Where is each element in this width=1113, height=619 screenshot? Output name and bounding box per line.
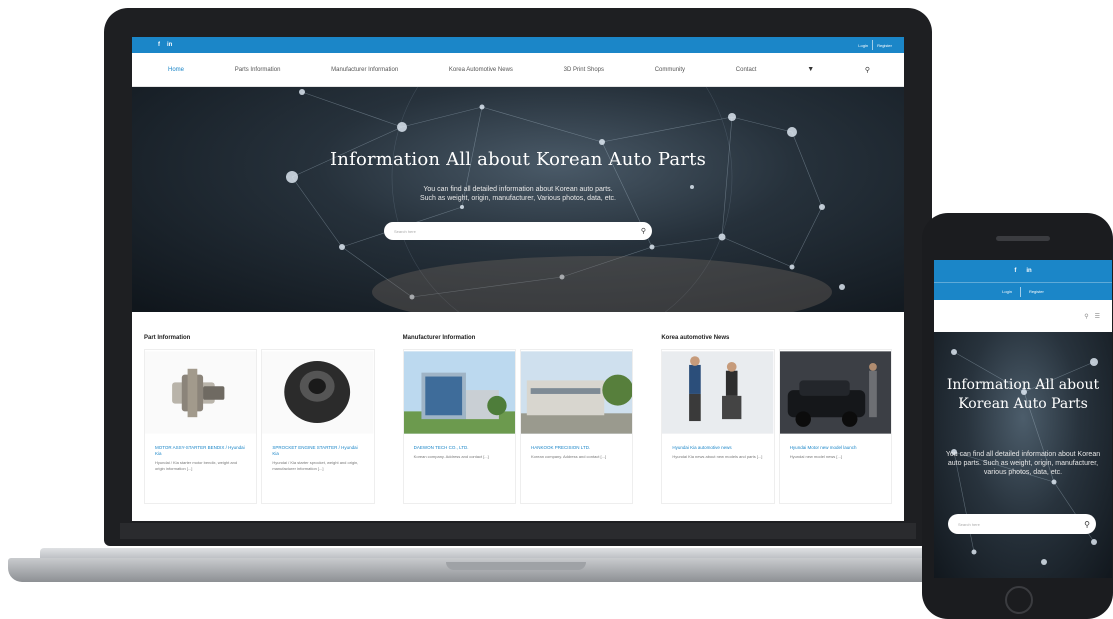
nav-item-manufacturer-information[interactable]: Manufacturer Information (331, 67, 398, 73)
card-title[interactable]: DAEWON TECH CO., LTD. (414, 445, 505, 451)
news-photo-suv (779, 350, 892, 435)
content-sections: Part Information MOTOR ASSY-STARTER BEND… (132, 312, 904, 521)
mobile-hero: Information All about Korean Auto Parts … (934, 332, 1112, 578)
main-nav: Home Parts Information Manufacturer Info… (132, 53, 904, 87)
card-description: Hyundai Kia news about new models and pa… (672, 454, 763, 459)
mobile-nav: ⚲ ☰ (934, 300, 1112, 332)
facebook-icon[interactable]: f (158, 42, 160, 48)
search-icon[interactable]: ⚲ (641, 227, 646, 235)
mobile-hero-subtitle: You can find all detailed information ab… (945, 451, 1101, 476)
phone-screen: f in Login Register ⚲ ☰ Information All … (934, 260, 1112, 578)
card-title[interactable]: Hyundai Kia automotive news (672, 445, 763, 451)
phone-home-button (1005, 586, 1033, 614)
linkedin-icon[interactable]: in (1026, 268, 1031, 274)
register-link[interactable]: Register (877, 43, 892, 48)
news-photo-people (662, 350, 774, 435)
section-title: Korea automotive News (661, 335, 730, 341)
search-placeholder: Search here (958, 521, 980, 527)
nav-item-contact[interactable]: Contact (736, 67, 757, 73)
hero-subtitle-line: Such as weight, origin, manufacturer, Va… (420, 195, 616, 202)
manufacturer-card[interactable]: HANKOOK PRECISION LTD. Korean company. A… (520, 349, 634, 504)
nav-item-korea-automotive-news[interactable]: Korea Automotive News (449, 67, 513, 73)
card-description: Korean company. Address and contact [...… (531, 454, 607, 459)
card-description: Hyundai new model news [...] (789, 454, 842, 459)
plant-building-image (521, 350, 633, 435)
mobile-social-bar: f in (934, 260, 1112, 282)
sprocket-image (262, 350, 374, 435)
login-link[interactable]: Login (1002, 289, 1012, 294)
nav-item-3d-print-shops[interactable]: 3D Print Shops (564, 67, 604, 73)
hero-search-input[interactable]: Search here ⚲ (384, 222, 652, 240)
hero-subtitle: You can find all detailed information ab… (132, 185, 904, 203)
mobile-search-input[interactable]: Search here ⚲ (948, 514, 1096, 534)
manufacturer-card[interactable]: DAEWON TECH CO., LTD. Korean company. Ad… (402, 349, 517, 504)
register-link[interactable]: Register (1029, 289, 1044, 294)
card-description: Korean company. Address and contact [...… (413, 454, 489, 459)
laptop-bezel (120, 523, 916, 539)
divider (1019, 286, 1021, 297)
card-description: Hyundai / Kia starter motor bendix, weig… (155, 460, 238, 471)
search-placeholder: Search here (394, 228, 416, 234)
phone-speaker (996, 236, 1050, 241)
search-icon[interactable]: ⚲ (865, 66, 870, 74)
nav-item-home[interactable]: Home (168, 67, 184, 73)
card-title[interactable]: SPROCKET ENGINE STARTER / Hyundai Kia (272, 445, 363, 457)
nav-item-parts-information[interactable]: Parts Information (235, 67, 281, 73)
section-korea-automotive-news: Korea automotive News Hyundai Kia automo… (661, 312, 893, 521)
laptop-notch (446, 562, 586, 570)
section-title: Part Information (144, 335, 191, 341)
card-title[interactable]: MOTOR ASSY-STARTER BENDIX / Hyundai Kia (155, 445, 246, 457)
factory-building-image (403, 350, 516, 435)
login-link[interactable]: Login (858, 43, 868, 48)
section-title: Manufacturer Information (402, 335, 476, 341)
mobile-auth-bar: Login Register (934, 282, 1112, 300)
card-title[interactable]: Hyundai Motor new model launch (790, 445, 881, 451)
menu-icon[interactable]: ☰ (1095, 313, 1100, 320)
starter-bendix-image (145, 350, 257, 435)
search-icon[interactable]: ⚲ (1084, 520, 1090, 529)
facebook-icon[interactable]: f (1014, 268, 1016, 274)
nav-item-community[interactable]: Community (655, 67, 685, 73)
hero-subtitle-line: You can find all detailed information ab… (423, 186, 613, 193)
auth-links: Login Register (858, 40, 892, 50)
card-description: Hyundai / Kia starter sprocket, weight a… (272, 460, 359, 471)
hero-banner: Information All about Korean Auto Parts … (132, 87, 904, 312)
card-title[interactable]: HANKOOK PRECISION LTD. (531, 445, 622, 451)
mobile-hero-title: Information All about Korean Auto Parts (946, 377, 1100, 412)
section-manufacturer-information: Manufacturer Information DAEWON TECH CO.… (402, 312, 634, 521)
news-card[interactable]: Hyundai Motor new model launch Hyundai n… (778, 349, 893, 504)
caret-down-icon[interactable]: ▼ (807, 66, 814, 73)
part-card[interactable]: MOTOR ASSY-STARTER BENDIX / Hyundai Kia … (144, 349, 258, 504)
linkedin-icon[interactable]: in (167, 42, 172, 48)
news-card[interactable]: Hyundai Kia automotive news Hyundai Kia … (661, 349, 775, 504)
part-card[interactable]: SPROCKET ENGINE STARTER / Hyundai Kia Hy… (261, 349, 375, 504)
divider (872, 40, 874, 50)
hero-title: Information All about Korean Auto Parts (329, 149, 707, 170)
device-mockup-stage: f in Login Register Home Parts Informati… (0, 0, 1113, 619)
top-bar: f in Login Register (132, 37, 904, 53)
laptop-screen: f in Login Register Home Parts Informati… (132, 37, 904, 521)
social-links: f in (158, 42, 172, 48)
search-icon[interactable]: ⚲ (1084, 313, 1088, 320)
section-part-information: Part Information MOTOR ASSY-STARTER BEND… (144, 312, 375, 521)
